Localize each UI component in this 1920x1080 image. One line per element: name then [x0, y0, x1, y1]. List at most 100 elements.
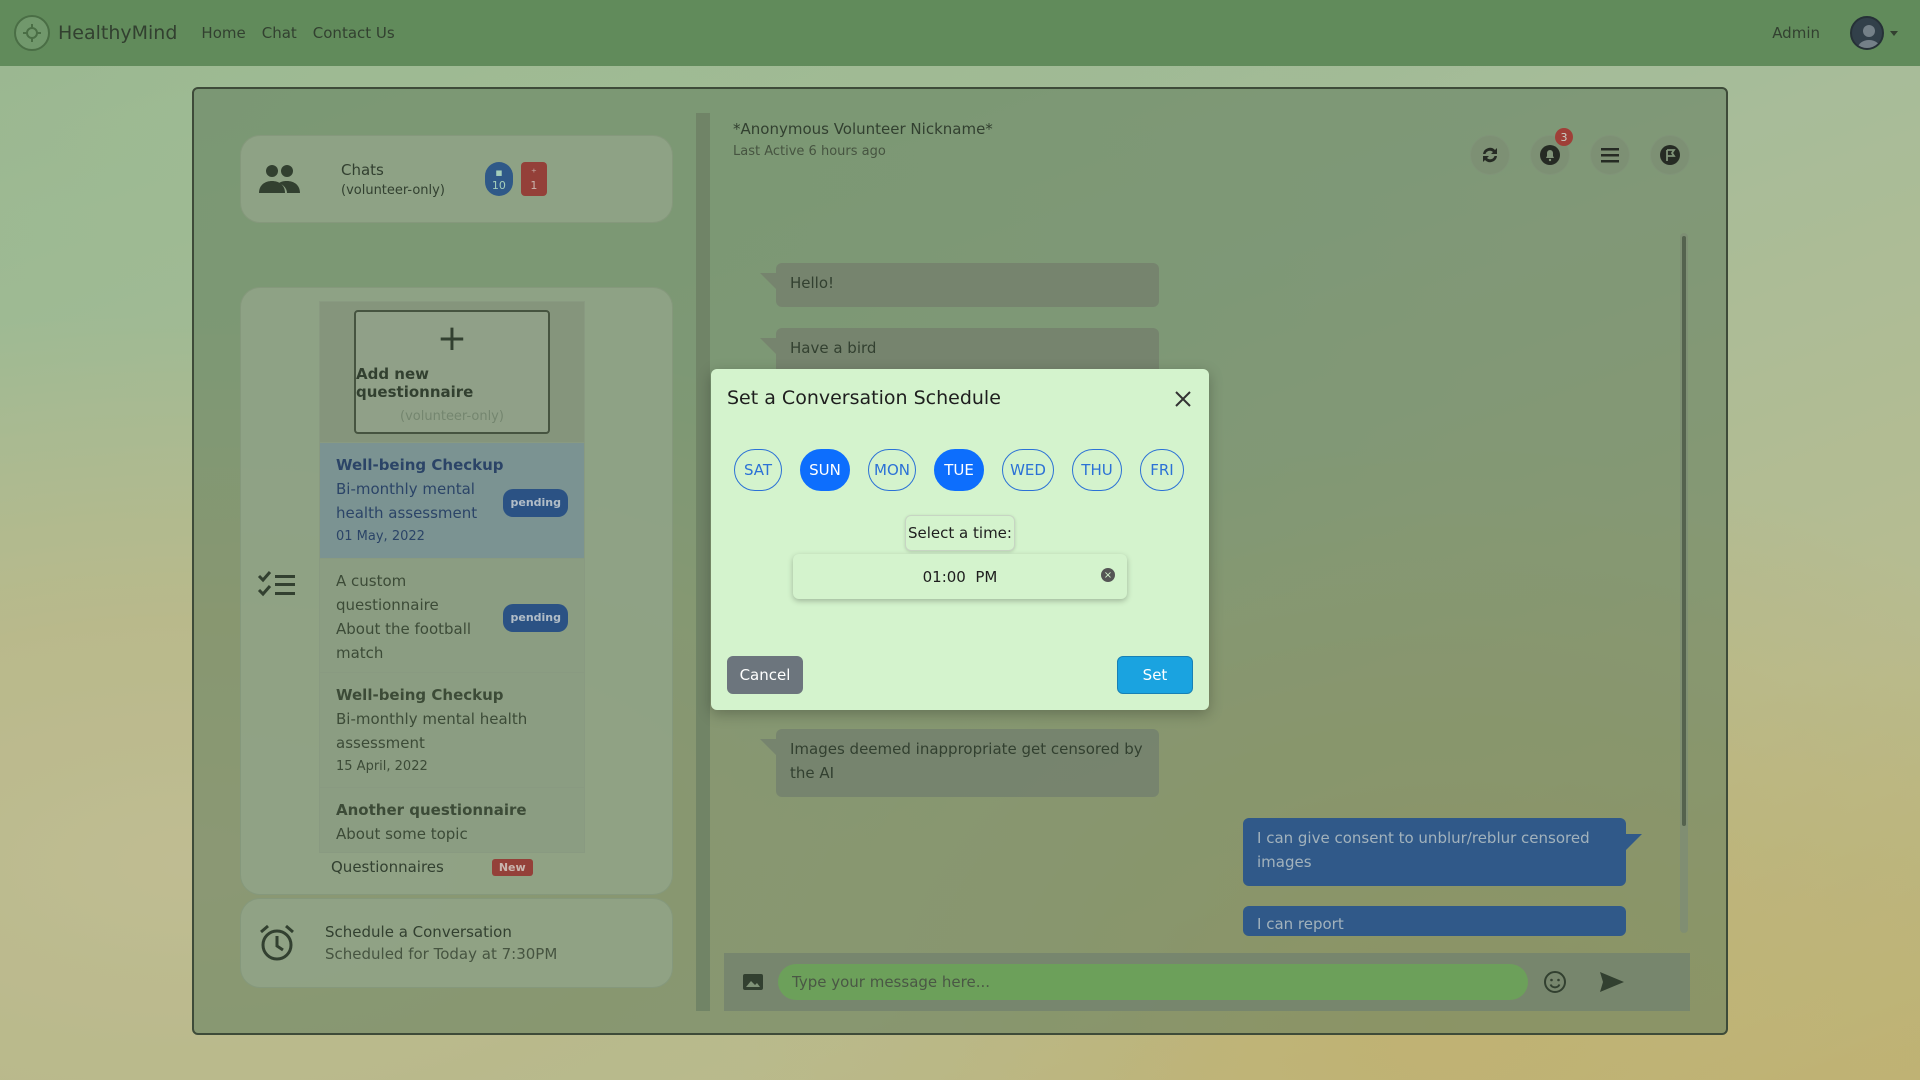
day-toggle-sun[interactable]: SUN: [800, 449, 850, 491]
people-icon: [259, 165, 300, 193]
checklist-icon: [257, 571, 295, 597]
questionnaire-item[interactable]: Another questionnaire About some topic: [320, 787, 584, 852]
plus-icon: +: [436, 317, 468, 359]
add-questionnaire-subtitle: (volunteer-only): [400, 408, 504, 424]
cancel-button[interactable]: Cancel: [727, 656, 803, 694]
menu-button[interactable]: [1590, 135, 1630, 175]
chats-card[interactable]: Chats (volunteer-only) ▪ 10 ⁺ 1: [240, 135, 673, 223]
questionnaire-list: + Add new questionnaire (volunteer-only)…: [319, 301, 585, 853]
clear-time-icon[interactable]: ×: [1101, 568, 1115, 582]
chats-title: Chats: [341, 160, 384, 179]
message-text: I can give consent to unblur/reblur cens…: [1257, 829, 1590, 871]
chats-subtitle: (volunteer-only): [341, 182, 445, 198]
flag-icon: [1660, 145, 1680, 165]
panel-divider[interactable]: [696, 113, 710, 1011]
last-active-status: Last Active 6 hours ago: [733, 144, 886, 159]
day-toggle-sat[interactable]: SAT: [734, 449, 782, 491]
nav-links: Home Chat Contact Us: [201, 24, 394, 42]
chevron-down-icon: [1890, 30, 1898, 36]
bell-icon: [1540, 145, 1560, 165]
day-toggle-tue[interactable]: TUE: [934, 449, 984, 491]
questionnaire-title: Well-being Checkup: [336, 686, 504, 704]
unread-messages-badge: ▪ 10: [484, 162, 513, 196]
schedule-subtitle: Scheduled for Today at 7:30PM: [325, 945, 558, 963]
chat-partner-name: *Anonymous Volunteer Nickname*: [733, 120, 993, 138]
message-icon: ▪: [495, 166, 503, 179]
questionnaire-date: 15 April, 2022: [336, 759, 428, 774]
day-toggle-thu[interactable]: THU: [1072, 449, 1122, 491]
chat-requests-badge: ⁺ 1: [520, 162, 547, 196]
notification-count: 3: [1555, 128, 1573, 146]
questionnaires-footer: Questionnaires New: [331, 858, 533, 876]
avatar-icon: [1850, 16, 1884, 50]
day-toggle-wed[interactable]: WED: [1002, 449, 1054, 491]
message-outgoing: I can report: [1243, 906, 1626, 936]
modal-title: Set a Conversation Schedule: [727, 387, 1001, 409]
status-badge: pending: [503, 489, 568, 517]
user-role-label[interactable]: Admin: [1772, 24, 1820, 42]
time-picker-input[interactable]: 01:00 PM ×: [793, 554, 1127, 599]
chat-header: *Anonymous Volunteer Nickname* Last Acti…: [733, 120, 993, 159]
questionnaire-description: Bi-monthly mental health assessment: [336, 480, 478, 522]
questionnaire-item[interactable]: Well-being Checkup Bi-monthly mental hea…: [320, 672, 584, 787]
day-toggle-fri[interactable]: FRI: [1140, 449, 1184, 491]
questionnaires-card: + Add new questionnaire (volunteer-only)…: [240, 287, 673, 895]
image-upload-icon[interactable]: [742, 971, 764, 993]
nav-link-contact[interactable]: Contact Us: [313, 24, 395, 42]
chats-text: Chats (volunteer-only): [341, 161, 445, 198]
brand-name: HealthyMind: [58, 22, 178, 44]
message-text: Images deemed inappropriate get censored…: [790, 740, 1143, 782]
set-button[interactable]: Set: [1117, 656, 1193, 694]
notifications-button[interactable]: 3: [1530, 128, 1573, 175]
report-button[interactable]: [1650, 135, 1690, 175]
message-composer: [724, 953, 1690, 1011]
brand[interactable]: HealthyMind: [14, 15, 177, 51]
time-value: 01:00 PM: [922, 567, 998, 586]
chat-actions: 3: [1470, 128, 1690, 175]
questionnaire-description: About the football match: [336, 620, 472, 662]
refresh-icon: [1483, 147, 1497, 163]
emoji-icon[interactable]: [1542, 969, 1568, 995]
questionnaire-description: Bi-monthly mental health assessment: [336, 710, 528, 752]
message-text: Have a bird: [790, 339, 877, 357]
message-incoming: Hello!: [760, 263, 1159, 307]
day-selector: SAT SUN MON TUE WED THU FRI: [734, 449, 1184, 491]
request-count: 1: [530, 179, 538, 192]
add-questionnaire-title: Add new questionnaire: [356, 364, 474, 401]
message-outgoing: I can give consent to unblur/reblur cens…: [1243, 818, 1642, 886]
questionnaire-title: Well-being Checkup: [336, 456, 504, 474]
message-incoming: Images deemed inappropriate get censored…: [760, 729, 1159, 797]
message-text: Hello!: [790, 274, 835, 292]
brand-logo-icon: [14, 15, 50, 51]
questionnaire-date: 01 May, 2022: [336, 529, 425, 544]
navbar: HealthyMind Home Chat Contact Us Admin: [0, 0, 1920, 66]
new-badge: New: [491, 858, 533, 876]
message-input[interactable]: [778, 964, 1528, 1000]
questionnaire-title: A custom questionnaire: [336, 572, 439, 614]
add-questionnaire-area: + Add new questionnaire (volunteer-only): [320, 302, 584, 442]
send-icon[interactable]: [1598, 969, 1626, 995]
scrollbar-thumb[interactable]: [1682, 236, 1686, 826]
time-label: Select a time:: [905, 515, 1015, 551]
schedule-text: Schedule a Conversation Scheduled for To…: [325, 923, 557, 963]
questionnaire-description: About some topic: [336, 825, 468, 843]
hamburger-menu-icon: [1601, 148, 1619, 163]
nav-right: Admin: [1772, 16, 1906, 50]
nav-link-home[interactable]: Home: [201, 24, 245, 42]
questionnaire-item[interactable]: A custom questionnaire About the footbal…: [320, 558, 584, 672]
refresh-button[interactable]: [1470, 135, 1510, 175]
close-icon[interactable]: [1171, 387, 1195, 411]
questionnaires-label[interactable]: Questionnaires: [331, 858, 444, 876]
add-questionnaire-button[interactable]: + Add new questionnaire (volunteer-only): [354, 310, 550, 434]
day-toggle-mon[interactable]: MON: [868, 449, 916, 491]
unread-count: 10: [491, 179, 506, 192]
schedule-conversation-card[interactable]: Schedule a Conversation Scheduled for To…: [240, 898, 673, 988]
nav-link-chat[interactable]: Chat: [262, 24, 297, 42]
status-badge: pending: [503, 604, 568, 632]
user-menu[interactable]: [1850, 16, 1898, 50]
person-add-icon: ⁺: [531, 166, 537, 179]
schedule-modal: Set a Conversation Schedule SAT SUN MON …: [711, 369, 1209, 710]
questionnaire-item[interactable]: Well-being Checkup Bi-monthly mental hea…: [320, 442, 584, 558]
alarm-clock-icon: [260, 924, 294, 961]
chat-badges: ▪ 10 ⁺ 1: [484, 162, 547, 196]
